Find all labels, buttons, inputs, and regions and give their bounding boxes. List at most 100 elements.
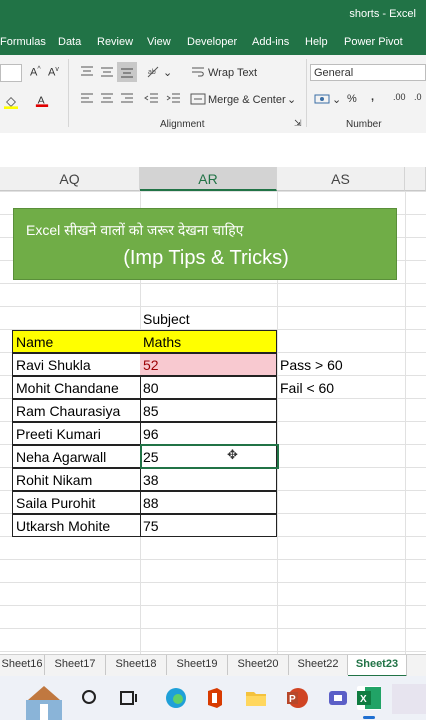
number-format-select[interactable]: General — [310, 64, 426, 81]
excel-icon[interactable]: X — [355, 684, 383, 712]
table-cell-name[interactable]: Saila Purohit — [12, 491, 141, 514]
table-cell-score[interactable]: 75 — [140, 514, 277, 537]
percent-icon[interactable]: % — [347, 93, 357, 105]
teams-icon[interactable] — [326, 686, 350, 710]
table-cell-score[interactable]: 85 — [140, 399, 277, 422]
decrease-decimal-icon[interactable]: .0 — [414, 92, 422, 102]
taskbar: P X — [0, 676, 426, 720]
file-explorer-icon[interactable] — [244, 686, 268, 710]
sheet-tab[interactable]: Sheet17 — [45, 655, 106, 675]
header-name[interactable]: Name — [12, 330, 141, 353]
fail-rule[interactable]: Fail < 60 — [280, 380, 334, 396]
tab-review[interactable]: Review — [97, 36, 133, 48]
column-header-ar[interactable]: AR — [140, 167, 277, 191]
increase-font-icon[interactable]: A^ — [30, 66, 41, 79]
table-cell-name[interactable]: Ravi Shukla — [12, 353, 141, 376]
sheet-tab[interactable]: Sheet22 — [289, 655, 348, 675]
table-cell-name[interactable]: Preeti Kumari — [12, 422, 141, 445]
tab-developer[interactable]: Developer — [187, 36, 237, 48]
decrease-indent-icon[interactable] — [144, 92, 160, 106]
search-icon[interactable] — [78, 686, 102, 710]
bottom-align-button[interactable] — [117, 62, 137, 82]
tab-view[interactable]: View — [147, 36, 171, 48]
banner-line-2: (Imp Tips & Tricks) — [123, 247, 289, 269]
table-cell-name[interactable]: Ram Chaurasiya — [12, 399, 141, 422]
task-view-icon[interactable] — [117, 686, 141, 710]
fill-color-icon[interactable] — [3, 95, 19, 109]
office-icon[interactable] — [203, 686, 227, 710]
align-right-icon[interactable] — [119, 92, 135, 106]
formula-bar-area — [0, 133, 426, 168]
title-bar: shorts - Excel — [0, 0, 426, 28]
increase-indent-icon[interactable] — [166, 92, 182, 106]
font-color-icon[interactable]: A — [34, 93, 50, 107]
ribbon-divider — [68, 59, 69, 127]
alignment-launcher-icon[interactable]: ⇲ — [294, 118, 302, 129]
wrap-text-label[interactable]: Wrap Text — [208, 67, 257, 79]
sheet-tab[interactable]: Sheet18 — [106, 655, 167, 675]
cursor-icon: ✥ — [227, 447, 238, 462]
sheet-tab-active[interactable]: Sheet23 — [348, 655, 407, 677]
sheet-tab[interactable]: Sheet16 — [0, 655, 45, 675]
ribbon-tabs: Formulas Data Review View Developer Add-… — [0, 28, 426, 55]
comma-style-icon[interactable]: , — [371, 91, 374, 103]
merge-dropdown-icon[interactable]: ⌄ — [287, 93, 296, 106]
grid-line — [0, 605, 426, 606]
table-cell-score[interactable]: 80 — [140, 376, 277, 399]
active-cell-outline — [140, 444, 279, 469]
tab-formulas[interactable]: Formulas — [0, 36, 46, 48]
align-center-icon[interactable] — [99, 92, 115, 106]
grid-line — [0, 651, 426, 652]
table-cell-score[interactable]: 52 — [140, 353, 277, 376]
table-cell-name[interactable]: Rohit Nikam — [12, 468, 141, 491]
middle-align-icon[interactable] — [99, 65, 115, 79]
grid-line — [0, 582, 426, 583]
merge-center-label[interactable]: Merge & Center — [208, 94, 286, 106]
orientation-icon[interactable]: ab — [146, 65, 162, 79]
alignment-group-label: Alignment — [160, 119, 205, 130]
pass-rule[interactable]: Pass > 60 — [280, 357, 343, 373]
column-header-next[interactable] — [405, 167, 426, 191]
table-cell-score[interactable]: 88 — [140, 491, 277, 514]
table-cell-name[interactable]: Mohit Chandane — [12, 376, 141, 399]
active-app-indicator — [363, 716, 375, 719]
subject-label[interactable]: Subject — [143, 311, 190, 327]
tab-add-ins[interactable]: Add-ins — [252, 36, 289, 48]
decrease-font-icon[interactable]: Av — [48, 66, 59, 79]
table-cell-score[interactable]: 38 — [140, 468, 277, 491]
tab-data[interactable]: Data — [58, 36, 81, 48]
weather-widget-icon[interactable] — [22, 682, 66, 720]
merge-center-icon[interactable] — [190, 92, 206, 106]
table-cell-score[interactable]: 96 — [140, 422, 277, 445]
title-banner[interactable]: Excel सीखने वालों को जरूर देखना चाहिए (I… — [13, 208, 397, 280]
edge-icon[interactable] — [164, 686, 188, 710]
taskbar-app-tile[interactable] — [392, 684, 426, 714]
svg-text:P: P — [289, 694, 296, 705]
align-left-icon[interactable] — [79, 92, 95, 106]
column-header-as[interactable]: AS — [277, 167, 405, 191]
table-cell-name[interactable]: Utkarsh Mohite — [12, 514, 141, 537]
sheet-tab[interactable]: Sheet19 — [167, 655, 228, 675]
powerpoint-icon[interactable]: P — [285, 686, 309, 710]
header-maths[interactable]: Maths — [140, 330, 277, 353]
font-size-box[interactable] — [0, 64, 22, 82]
table-cell-name[interactable]: Neha Agarwall — [12, 445, 141, 468]
banner-line-1: Excel सीखने वालों को जरूर देखना चाहिए — [26, 222, 244, 238]
tab-power-pivot[interactable]: Power Pivot — [344, 36, 403, 48]
top-align-icon[interactable] — [79, 65, 95, 79]
sheet-tab[interactable]: Sheet20 — [228, 655, 289, 675]
number-format-value: General — [314, 67, 354, 79]
increase-decimal-icon[interactable]: .00 — [393, 92, 406, 102]
wrap-text-icon[interactable] — [190, 65, 206, 79]
chevron-down-icon[interactable]: ⌄ — [332, 93, 341, 106]
grid-line — [0, 306, 426, 307]
tab-help[interactable]: Help — [305, 36, 328, 48]
chevron-down-icon[interactable]: ⌄ — [163, 66, 172, 79]
sheet-tabs-bar: Sheet16 Sheet17 Sheet18 Sheet19 Sheet20 … — [0, 654, 426, 677]
grid-line — [0, 191, 426, 192]
accounting-format-icon[interactable] — [314, 92, 330, 106]
number-group-label: Number — [346, 119, 382, 130]
grid-line — [0, 628, 426, 629]
ribbon: A^ Av A ab ⌄ Wrap Text Merge & Center ⌄ … — [0, 55, 426, 134]
column-header-aq[interactable]: AQ — [0, 167, 140, 191]
